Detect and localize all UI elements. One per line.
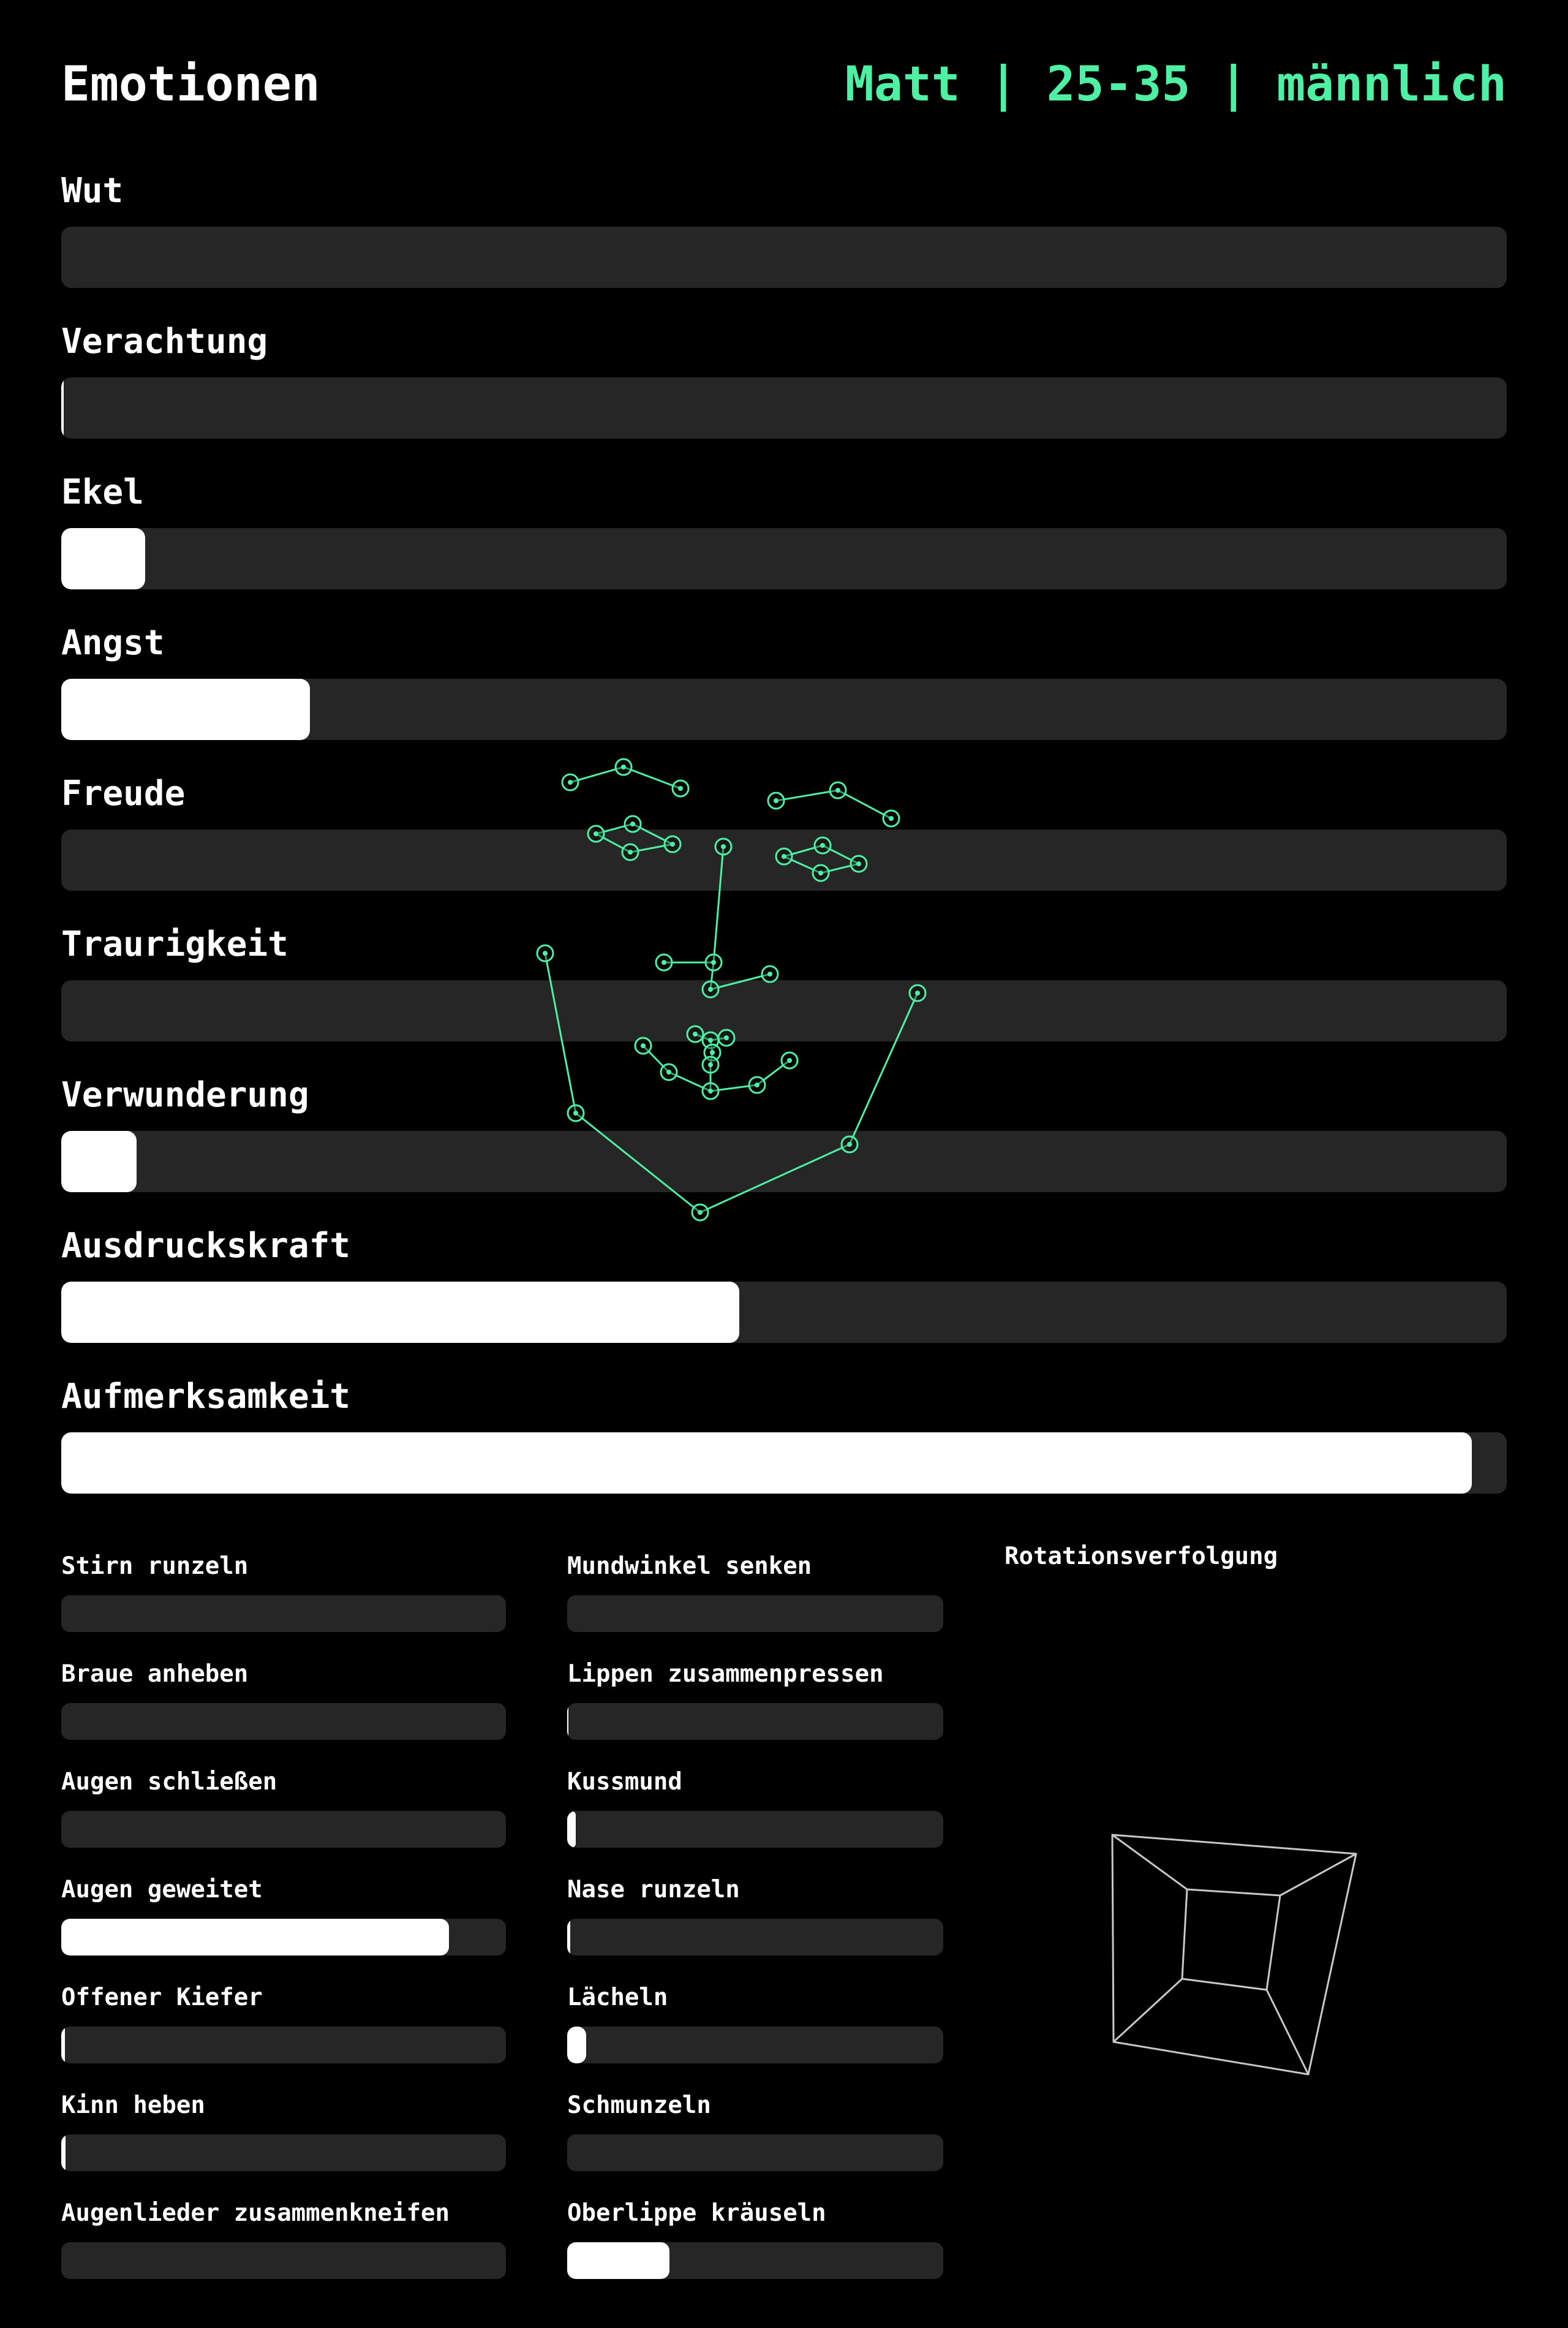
cube-edge <box>1280 1853 1357 1897</box>
emotion-bar-fill <box>61 528 145 589</box>
emotion-label: Angst <box>61 623 165 663</box>
action-unit-mundwinkel-senken: Mundwinkel senken <box>567 1549 943 1657</box>
action-unit-label: Schmunzeln <box>567 2092 711 2119</box>
action-unit-label: Mundwinkel senken <box>567 1552 812 1580</box>
cube-outer-face <box>1111 1834 1357 2076</box>
emotion-bar-track <box>61 1282 1507 1343</box>
action-unit-bar-track <box>567 2134 943 2171</box>
header: Emotionen Matt | 25-35 | männlich <box>61 54 1507 115</box>
action-unit-label: Oberlippe kräuseln <box>567 2199 826 2227</box>
action-unit-bar-track <box>567 1595 943 1632</box>
action-unit-bar-fill <box>61 2134 66 2171</box>
action-unit-bar-track <box>61 1811 506 1848</box>
emotion-row-ekel: Ekel <box>61 467 1507 618</box>
action-unit-laecheln: Lächeln <box>567 1980 943 2088</box>
emotion-bar-fill <box>61 1432 1472 1494</box>
action-units-left: Stirn runzeln Braue anheben Augen schlie… <box>61 1549 506 2303</box>
emotion-label: Verachtung <box>61 322 268 361</box>
action-unit-label: Augen schließen <box>61 1768 277 1796</box>
action-unit-bar-track <box>567 2027 943 2063</box>
emotion-label: Traurigkeit <box>61 924 288 964</box>
cube-inner-face <box>1181 1888 1281 1991</box>
action-unit-offener-kiefer: Offener Kiefer <box>61 1980 506 2088</box>
action-unit-kussmund: Kussmund <box>567 1764 943 1872</box>
emotion-label: Ausdruckskraft <box>61 1226 351 1266</box>
emotion-bar-track <box>61 980 1507 1041</box>
action-unit-bar-track <box>567 1703 943 1740</box>
emotion-row-aufmerksamkeit: Aufmerksamkeit <box>61 1371 1507 1522</box>
emotion-bar-track <box>61 1432 1507 1494</box>
action-unit-bar-fill <box>61 1919 450 1956</box>
emotion-bar-track <box>61 377 1507 439</box>
cube-edge <box>1112 1834 1188 1891</box>
action-unit-braue-anheben: Braue anheben <box>61 1657 506 1764</box>
action-unit-label: Lächeln <box>567 1984 668 2011</box>
action-unit-bar-fill <box>567 1811 576 1848</box>
action-unit-label: Kinn heben <box>61 2092 205 2119</box>
action-unit-bar-track <box>61 2134 506 2171</box>
action-unit-bar-track <box>61 2027 506 2063</box>
page-title: Emotionen <box>61 57 320 112</box>
emotion-row-verachtung: Verachtung <box>61 316 1507 467</box>
emotion-label: Verwunderung <box>61 1075 309 1115</box>
action-unit-bar-track <box>61 1703 506 1740</box>
action-unit-bar-track <box>61 1595 506 1632</box>
profile-info: Matt | 25-35 | männlich <box>845 57 1507 112</box>
emotion-bar-track <box>61 1131 1507 1192</box>
action-unit-stirn-runzeln: Stirn runzeln <box>61 1549 506 1657</box>
emotion-bar-fill <box>61 1131 137 1192</box>
action-unit-bar-fill <box>567 2242 669 2279</box>
emotion-bar-track <box>61 227 1507 288</box>
emotion-row-wut: Wut <box>61 165 1507 316</box>
action-unit-label: Augenlieder zusammenkneifen <box>61 2199 450 2227</box>
emotion-label: Ekel <box>61 472 144 512</box>
action-unit-bar-track <box>567 1919 943 1956</box>
cube-edge <box>1112 1978 1183 2043</box>
emotion-row-ausdruckskraft: Ausdruckskraft <box>61 1220 1507 1371</box>
action-unit-bar-fill <box>567 1703 569 1740</box>
emotion-bar-fill <box>61 679 310 740</box>
emotion-row-freude: Freude <box>61 768 1507 919</box>
action-units-right: Mundwinkel senken Lippen zusammenpressen… <box>567 1549 943 2303</box>
action-unit-bar-fill <box>567 2027 586 2063</box>
action-unit-oberlippe-kraeuseln: Oberlippe kräuseln <box>567 2196 943 2303</box>
action-unit-nase-runzeln: Nase runzeln <box>567 1872 943 1980</box>
emotion-bar-track <box>61 830 1507 891</box>
emotion-row-traurigkeit: Traurigkeit <box>61 919 1507 1070</box>
action-unit-label: Nase runzeln <box>567 1876 740 1903</box>
action-unit-kinn-heben: Kinn heben <box>61 2088 506 2196</box>
action-unit-schmunzeln: Schmunzeln <box>567 2088 943 2196</box>
action-unit-label: Stirn runzeln <box>61 1552 249 1580</box>
action-unit-augen-schliessen: Augen schließen <box>61 1764 506 1872</box>
emotion-bar-track <box>61 528 1507 589</box>
emotion-label: Freude <box>61 774 186 814</box>
action-unit-label: Lippen zusammenpressen <box>567 1660 884 1688</box>
emotion-list: Wut Verachtung Ekel Angst Freude Traurig… <box>61 165 1507 1522</box>
action-unit-augen-geweitet: Augen geweitet <box>61 1872 506 1980</box>
action-unit-label: Offener Kiefer <box>61 1984 263 2011</box>
emotion-bar-fill <box>61 1282 739 1343</box>
action-unit-bar-track <box>567 1811 943 1848</box>
action-unit-bar-fill <box>567 1919 570 1956</box>
action-unit-label: Braue anheben <box>61 1660 249 1688</box>
emotion-label: Aufmerksamkeit <box>61 1377 351 1416</box>
action-unit-label: Kussmund <box>567 1768 682 1796</box>
action-unit-bar-track <box>61 2242 506 2279</box>
emotion-row-verwunderung: Verwunderung <box>61 1070 1507 1220</box>
emotion-bar-fill <box>61 377 64 439</box>
action-unit-label: Augen geweitet <box>61 1876 263 1903</box>
action-unit-bar-track <box>567 2242 943 2279</box>
action-unit-augenlieder-zusammenkneifen: Augenlieder zusammenkneifen <box>61 2196 506 2303</box>
rotation-tracking-label: Rotationsverfolgung <box>1005 1543 1278 1570</box>
emotion-row-angst: Angst <box>61 618 1507 768</box>
action-unit-lippen-zusammenpressen: Lippen zusammenpressen <box>567 1657 943 1764</box>
action-unit-bar-fill <box>61 2027 65 2063</box>
cube-edge <box>1265 1989 1310 2075</box>
emotion-bar-track <box>61 679 1507 740</box>
action-unit-bar-track <box>61 1919 506 1956</box>
emotion-label: Wut <box>61 171 124 211</box>
